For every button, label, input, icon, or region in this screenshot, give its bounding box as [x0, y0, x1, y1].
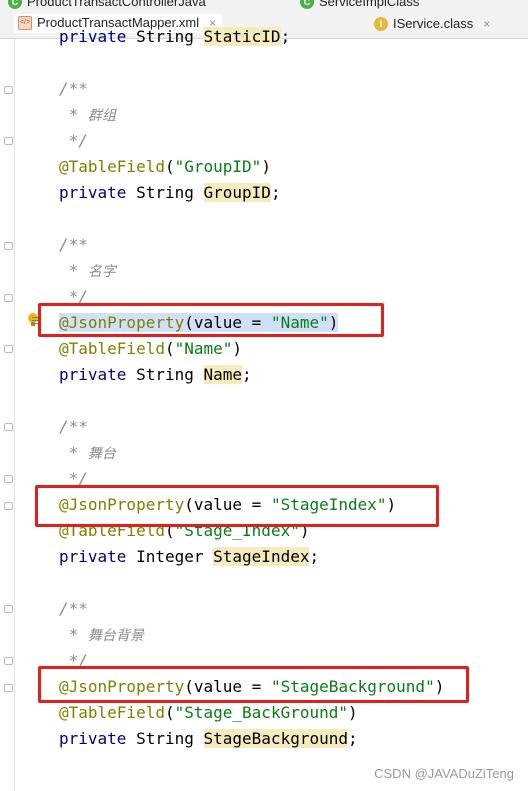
highlight-box-stage-background — [38, 666, 469, 703]
tab-service-impl[interactable]: C ServiceImplClass — [300, 0, 419, 11]
fold-marker-icon[interactable] — [4, 345, 13, 353]
java-file-icon: C — [8, 0, 22, 9]
code-line: private String StageBackground; — [59, 729, 358, 748]
fold-marker-icon[interactable] — [4, 137, 13, 145]
tab-label: IService.class — [393, 16, 474, 31]
doc-comment-text: * 群组 — [59, 105, 116, 124]
field-name: StageBackground — [203, 729, 348, 748]
code-line: private Integer StageIndex; — [59, 547, 320, 566]
close-icon[interactable]: × — [483, 17, 490, 31]
doc-comment-text: * 名字 — [59, 261, 116, 280]
field-name: GroupID — [203, 183, 271, 202]
field-name: StageIndex — [213, 547, 310, 566]
doc-comment-open: /** — [59, 79, 88, 98]
field-name: StaticID — [203, 27, 281, 46]
fold-marker-icon[interactable] — [4, 475, 13, 483]
code-line: private String GroupID; — [59, 183, 281, 202]
fold-marker-icon[interactable] — [4, 502, 13, 510]
fold-marker-icon[interactable] — [4, 294, 13, 302]
code-line: @TableField("Name") — [59, 339, 243, 358]
doc-comment-open: /** — [59, 599, 88, 618]
tab-label: ProductTransactControllerJava — [27, 0, 206, 9]
doc-comment-text: * 舞台背景 — [59, 625, 144, 644]
doc-comment-open: /** — [59, 235, 88, 254]
fold-marker-icon[interactable] — [4, 86, 13, 94]
fold-marker-icon[interactable] — [4, 684, 13, 692]
editor-gutter — [0, 39, 15, 791]
code-line: @TableField("GroupID") — [59, 157, 271, 176]
xml-file-icon: </> — [18, 15, 32, 30]
doc-comment-close: */ — [59, 131, 88, 150]
class-file-icon: C — [300, 0, 314, 9]
interface-class-icon: I — [374, 16, 388, 31]
fold-marker-icon[interactable] — [4, 605, 13, 613]
code-line: private String Name; — [59, 365, 252, 384]
doc-comment-open: /** — [59, 417, 88, 436]
doc-comment-text: * 舞台 — [59, 443, 116, 462]
field-name: Name — [203, 365, 243, 384]
tab-label: ServiceImplClass — [319, 0, 420, 9]
code-line: private String StaticID; — [59, 27, 291, 46]
tab-iservice-class[interactable]: I IService.class × — [370, 14, 496, 33]
fold-marker-icon[interactable] — [4, 423, 13, 431]
fold-marker-icon[interactable] — [4, 242, 13, 250]
code-line: @TableField("Stage_BackGround") — [59, 703, 358, 722]
highlight-box-name — [38, 303, 384, 337]
highlight-box-stage-index — [35, 485, 439, 527]
tab-product-transact-controller[interactable]: C ProductTransactControllerJava — [8, 0, 206, 11]
watermark: CSDN @JAVADuZiTeng — [374, 766, 514, 781]
fold-marker-icon[interactable] — [4, 657, 13, 665]
